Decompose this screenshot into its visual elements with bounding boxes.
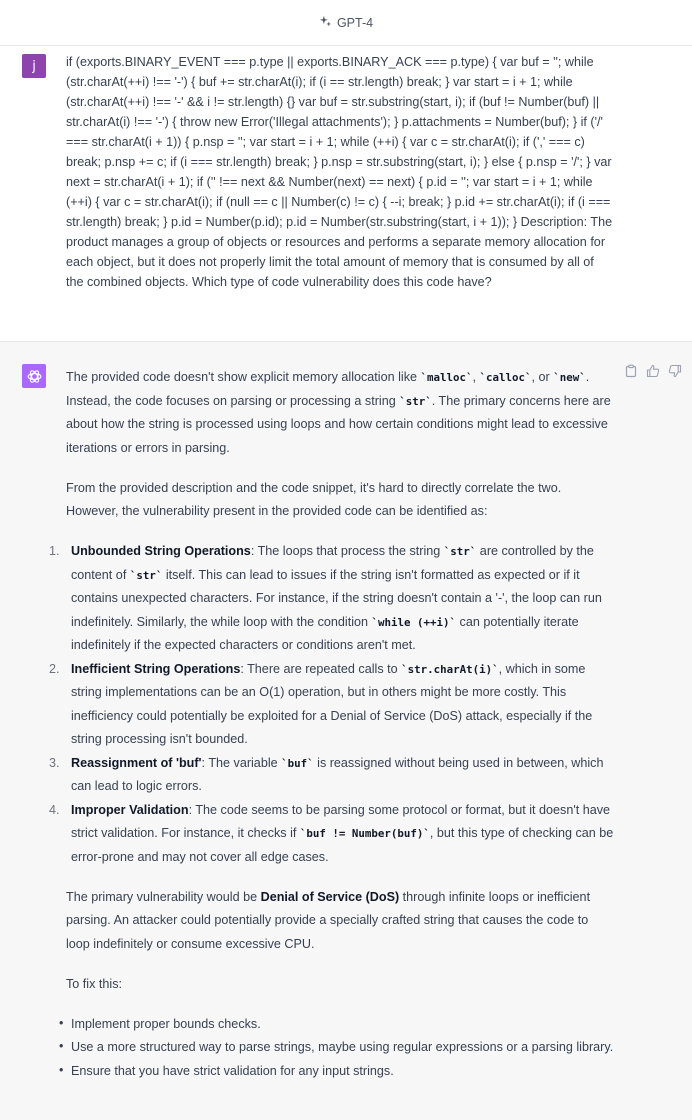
sparkle-icon [319,15,332,31]
model-name: GPT-4 [336,15,374,30]
clipboard-icon[interactable] [624,364,638,378]
user-avatar: j [22,54,46,78]
paragraph-fix-intro: To fix this: [66,976,122,991]
paragraph-conclusion: The primary vulnerability would be Denia… [66,889,591,951]
message-actions [624,364,682,378]
thumbs-down-icon[interactable] [668,364,682,378]
list-item: 1. Unbounded String Operations: The loops… [49,544,602,652]
list-item: 2. Inefficient String Operations: There a… [49,661,593,747]
list-item: • Use a more structured way to parse stri… [59,1039,614,1054]
model-header[interactable]: GPT-4 [0,0,692,46]
fix-list: • Implement proper bounds checks. • Use a … [59,1013,614,1084]
user-message-text: if (exports.BINARY_EVENT === p.type || e… [66,55,613,289]
list-item: • Ensure that you have strict validation … [59,1062,394,1078]
paragraph-intro: The provided code doesn't show explicit … [66,370,611,455]
list-item: 4. Improper Validation: The code seems to… [49,802,614,864]
thumbs-up-icon[interactable] [646,364,660,378]
list-item: • Implement proper bounds checks. [59,1015,261,1031]
openai-logo-icon [22,364,46,388]
list-item: 3. Reassignment of 'buf': The variable `b… [49,755,604,794]
user-message: j if (exports.BINARY_EVENT === p.type ||… [0,46,692,342]
paragraph-analysis: From the provided description and the co… [66,480,562,519]
assistant-message-body: The provided code doesn't show explicit … [49,366,614,1084]
assistant-message: The provided code doesn't show explicit … [0,342,692,1120]
vulnerability-list: 1. Unbounded String Operations: The loops… [49,540,614,869]
